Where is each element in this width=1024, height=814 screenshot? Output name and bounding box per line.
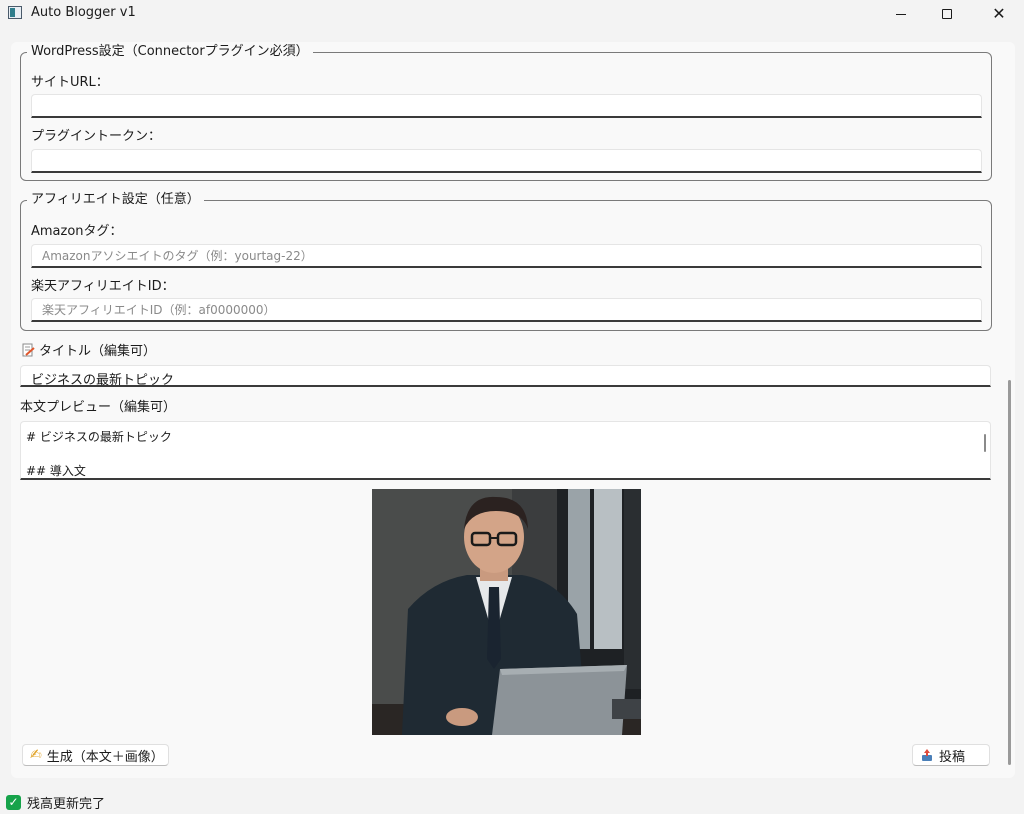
maximize-icon: [942, 9, 952, 19]
preview-scrollbar[interactable]: [984, 434, 986, 452]
site-url-label: サイトURL：: [31, 75, 109, 90]
rakuten-id-label: 楽天アフィリエイトID：: [31, 279, 175, 294]
wordpress-group-title: WordPress設定（Connectorプラグイン必須）: [27, 43, 313, 61]
status-bar: ✓ 残高更新完了: [6, 793, 106, 812]
app-icon: [8, 6, 22, 19]
body-preview-label: 本文プレビュー（編集可）: [20, 400, 177, 415]
post-title-input[interactable]: ビジネスの最新トピック: [20, 365, 991, 388]
content-scrollbar[interactable]: [1008, 380, 1011, 765]
status-text: 残高更新完了: [27, 796, 106, 812]
generate-button-label: 生成（本文＋画像）: [46, 749, 164, 765]
minimize-button[interactable]: [878, 0, 924, 28]
check-icon: ✓: [6, 794, 21, 810]
post-button[interactable]: 投稿: [912, 744, 990, 766]
maximize-button[interactable]: [924, 0, 970, 28]
post-title-label: タイトル（編集可）: [39, 344, 157, 359]
main-panel: WordPress設定（Connectorプラグイン必須） サイトURL： プラ…: [11, 42, 1015, 778]
outbox-tray-icon: [922, 749, 932, 761]
post-title-label-row: タイトル（編集可）: [21, 340, 156, 359]
wordpress-settings-group: WordPress設定（Connectorプラグイン必須） サイトURL： プラ…: [20, 43, 992, 181]
title-bar: Auto Blogger v1 ✕: [0, 0, 1024, 28]
business-man-with-laptop-image: [372, 489, 641, 735]
affiliate-settings-group: アフィリエイト設定（任意） Amazonタグ： 楽天アフィリエイトID：: [20, 191, 992, 331]
post-button-label: 投稿: [939, 749, 966, 765]
amazon-tag-label: Amazonタグ：: [31, 224, 123, 239]
generate-button[interactable]: ✍ 生成（本文＋画像）: [22, 744, 169, 766]
plugin-token-input[interactable]: [31, 149, 982, 173]
writing-hand-icon: ✍: [30, 747, 42, 763]
rakuten-id-input[interactable]: [31, 298, 982, 322]
body-preview-textarea[interactable]: # ビジネスの最新トピック ## 導入文: [20, 421, 991, 480]
plugin-token-label: プラグイントークン：: [31, 129, 162, 144]
memo-icon: [22, 343, 35, 356]
amazon-tag-input[interactable]: [31, 244, 982, 268]
window-title: Auto Blogger v1: [31, 5, 136, 20]
close-button[interactable]: ✕: [976, 0, 1022, 28]
minimize-icon: [896, 13, 906, 15]
close-icon: ✕: [992, 4, 1006, 23]
preview-line-intro: ## 導入文: [26, 464, 86, 478]
site-url-input[interactable]: [31, 94, 982, 118]
preview-line-heading: # ビジネスの最新トピック: [26, 430, 172, 444]
generated-image: [372, 489, 641, 735]
affiliate-group-title: アフィリエイト設定（任意）: [27, 191, 204, 209]
